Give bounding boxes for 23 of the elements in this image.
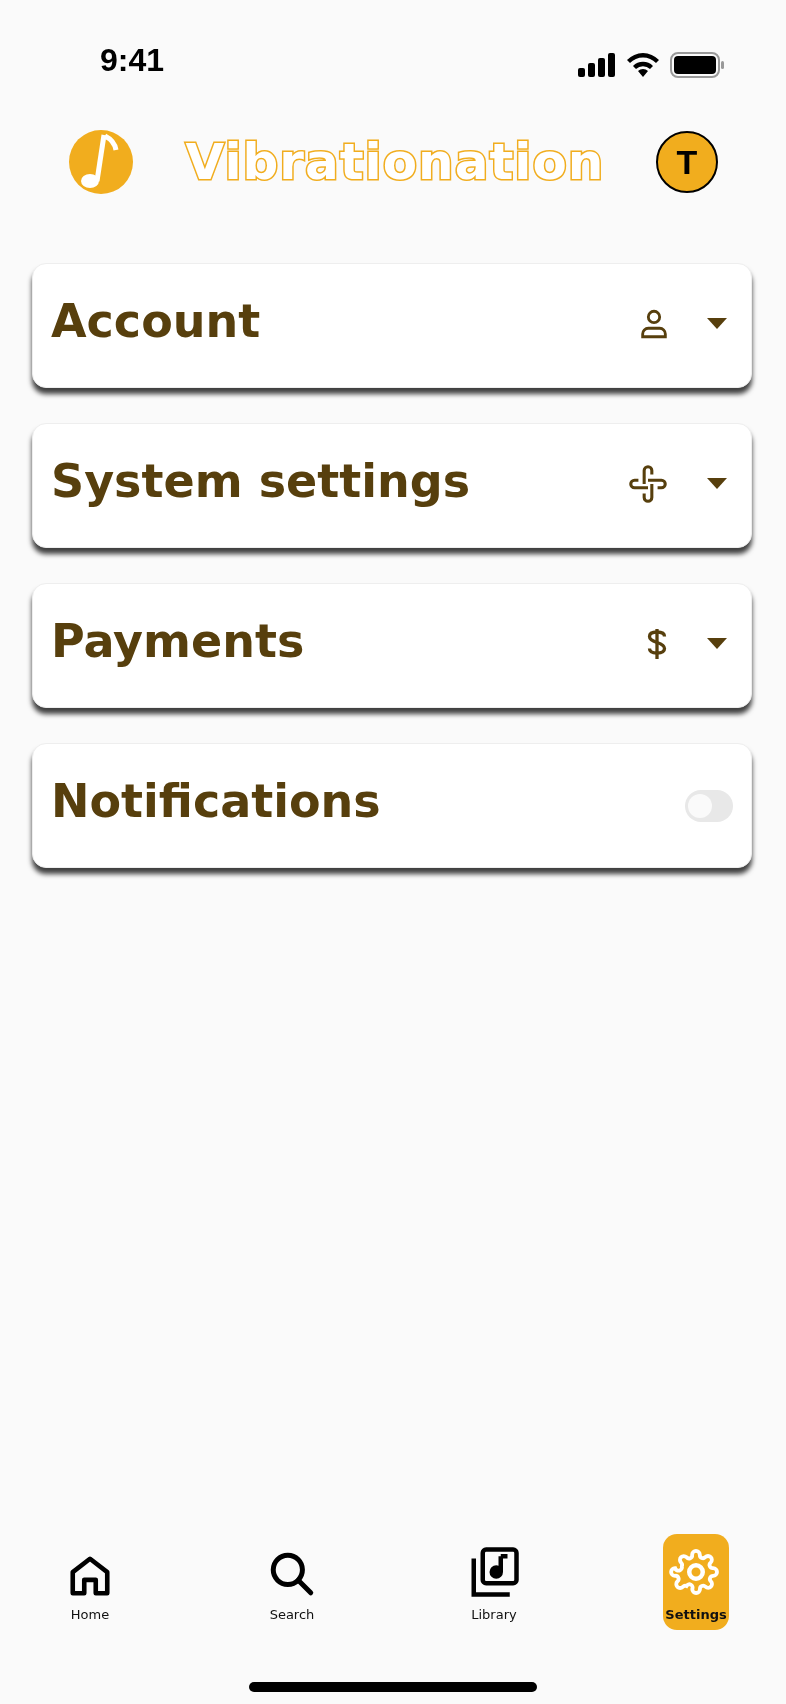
wifi-icon bbox=[626, 53, 660, 77]
music-note-logo-icon bbox=[68, 129, 134, 195]
section-title: Payments bbox=[51, 613, 306, 670]
settings-card[interactable]: System settings bbox=[32, 423, 752, 548]
caret-icon[interactable] bbox=[707, 477, 727, 490]
nav-tab[interactable]: Library bbox=[461, 1534, 527, 1630]
battery-icon bbox=[670, 52, 724, 78]
caret-icon[interactable] bbox=[707, 637, 727, 650]
brand-wordmark: Vibrationation bbox=[185, 133, 605, 191]
settings-card[interactable]: Notifications bbox=[32, 743, 752, 868]
nav-tab[interactable]: Search bbox=[259, 1534, 325, 1630]
section-title: System settings bbox=[51, 453, 471, 510]
nav-tab[interactable]: Home bbox=[57, 1534, 123, 1630]
section-title: Account bbox=[51, 293, 262, 350]
caret-icon[interactable] bbox=[707, 317, 727, 330]
settings-card[interactable]: Account bbox=[32, 263, 752, 388]
home-icon bbox=[67, 1553, 113, 1599]
settings-card[interactable]: Payments bbox=[32, 583, 752, 708]
status-time: 9:41 bbox=[100, 42, 165, 79]
signal-icon bbox=[578, 53, 616, 77]
nav-tab[interactable]: Settings bbox=[663, 1534, 729, 1630]
avatar[interactable]: T bbox=[656, 131, 718, 193]
section-title: Notifications bbox=[51, 773, 382, 830]
